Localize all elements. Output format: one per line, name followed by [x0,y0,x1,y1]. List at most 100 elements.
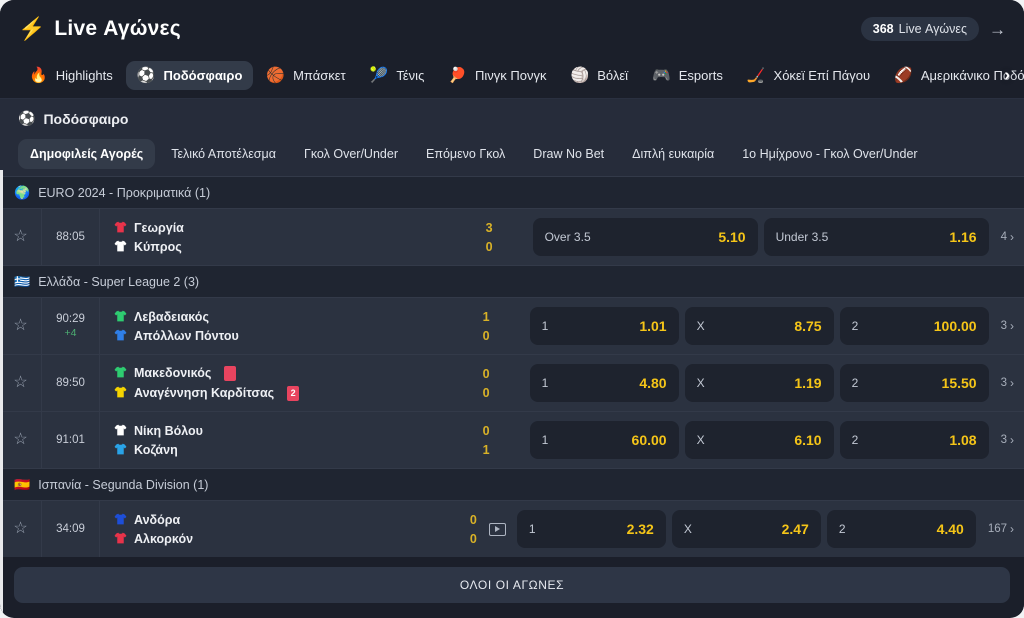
live-count-group[interactable]: 368 Live Αγώνες → [860,17,1006,41]
home-team-name: Μακεδονικός [134,366,212,380]
star-outline-icon[interactable]: ☆ [13,521,27,537]
odd-button[interactable]: X 1.19 [684,364,834,402]
star-outline-icon[interactable]: ☆ [13,432,27,448]
odd-button[interactable]: 2 15.50 [839,364,989,402]
sport-tab-2[interactable]: 🏀 Μπάσκετ [255,61,356,90]
chevron-right-icon[interactable]: › [1004,65,1010,85]
favorite-toggle[interactable]: ☆ [0,501,42,557]
page-header: ⚡ Live Αγώνες 368 Live Αγώνες → 🔥 Highlig… [0,0,1024,99]
sport-tab-label: Πινγκ Πονγκ [475,67,547,83]
odd-label: X [696,433,705,447]
market-tab-5[interactable]: Διπλή ευκαιρία [620,139,726,169]
sport-tab-6[interactable]: 🎮 Esports [641,61,734,90]
teams[interactable]: Λεβαδειακός Απόλλων Πόντου [100,298,450,354]
match-row[interactable]: ☆ 91:01 Νίκη Βόλου Κοζάνη 0 1 1 60.00 X 6.10 2 1.08… [0,411,1024,468]
odd-label: X [683,522,692,536]
market-tabs[interactable]: Δημοφιλείς Αγορές Τελικό Αποτέλεσμα Γκολ O… [18,139,1006,176]
star-outline-icon[interactable]: ☆ [13,229,27,245]
odd-button[interactable]: 2 4.40 [826,510,976,548]
odd-label: 1 [541,376,549,390]
odd-button[interactable]: X 2.47 [671,510,821,548]
odds-group: 1 2.32 X 2.47 2 4.40 167 › [513,501,1024,557]
home-team-line: Ανδόρα [114,513,423,527]
league-header[interactable]: 🌍 EURO 2024 - Προκριματικά (1) [0,176,1024,208]
market-tab-1[interactable]: Τελικό Αποτέλεσμα [159,139,288,169]
market-tab-0[interactable]: Δημοφιλείς Αγορές [18,139,156,169]
sport-tab-label: Βόλεϊ [597,67,629,83]
odd-button[interactable]: 1 4.80 [529,364,679,402]
favorite-toggle[interactable]: ☆ [0,355,42,411]
sport-tab-7[interactable]: 🏒 Χόκεϊ Επί Πάγου [736,61,881,90]
teams[interactable]: Μακεδονικός Αναγέννηση Καρδίτσας 2 [100,355,450,411]
more-markets-link[interactable]: 3 › [995,376,1014,390]
live-count-badge[interactable]: 368 Live Αγώνες [860,17,979,41]
sport-tab-3[interactable]: 🎾 Τένις [359,61,436,90]
match-time: 91:01 [56,434,85,446]
more-markets-link[interactable]: 167 › [982,522,1014,536]
score-column: 10 [450,298,496,354]
teams[interactable]: Γεωργία Κύπρος [100,209,453,265]
match-row[interactable]: ☆ 89:50 Μακεδονικός Αναγέννηση Καρδίτσας 2 0 0… [0,354,1024,411]
odd-value: 100.00 [933,318,977,334]
video-column [496,298,526,354]
favorite-toggle[interactable]: ☆ [0,298,42,354]
sports-nav[interactable]: 🔥 Highlights ⚽ Ποδόσφαιρο 🏀 Μπάσκετ 🎾 Τένις 🏓 Πιν… [18,52,1024,98]
star-outline-icon[interactable]: ☆ [13,318,27,334]
odd-value: 2.32 [626,521,654,537]
league-header[interactable]: 🇬🇷 Ελλάδα - Super League 2 (3) [0,265,1024,297]
more-markets-link[interactable]: 4 › [995,230,1014,244]
odd-label: 1 [541,433,549,447]
sport-tab-1[interactable]: ⚽ Ποδόσφαιρο [125,60,254,90]
arrow-right-icon[interactable]: → [989,21,1006,38]
more-markets-link[interactable]: 3 › [995,433,1014,447]
away-team-line: Αλκορκόν [114,532,423,546]
american-football-icon: 🏈 [894,66,913,84]
league-header[interactable]: 🇪🇸 Ισπανία - Segunda Division (1) [0,468,1024,500]
odd-button[interactable]: 1 60.00 [529,421,679,459]
match-row[interactable]: ☆ 90:29 +4 Λεβαδειακός Απόλλων Πόντου 1 0 1 1.01… [0,297,1024,354]
sport-tab-5[interactable]: 🏐 Βόλεϊ [560,61,640,90]
home-team-line: Λεβαδειακός [114,310,436,324]
favorite-toggle[interactable]: ☆ [0,209,42,265]
favorite-toggle[interactable]: ☆ [0,412,42,468]
video-play-icon[interactable] [489,522,507,536]
spain-flag-icon: 🇪🇸 [14,477,31,492]
odd-button[interactable]: X 8.75 [684,307,834,345]
home-team-name: Λεβαδειακός [134,309,209,324]
market-tab-4[interactable]: Draw No Bet [521,139,616,169]
market-tab-6[interactable]: 1ο Ημίχρονο - Γκολ Over/Under [730,139,929,169]
odd-button[interactable]: Over 3.5 5.10 [532,218,758,256]
odd-button[interactable]: X 6.10 [684,421,834,459]
odd-button[interactable]: 2 1.08 [839,421,989,459]
teams[interactable]: Νίκη Βόλου Κοζάνη [100,412,450,468]
red-card-badge [224,365,237,381]
sport-tab-4[interactable]: 🏓 Πινγκ Πονγκ [437,61,557,90]
odd-label: X [696,376,705,390]
star-outline-icon[interactable]: ☆ [13,375,27,391]
away-team-line: Κοζάνη [114,443,436,457]
all-matches-button[interactable]: ΟΛΟΙ ΟΙ ΑΓΩΝΕΣ [14,567,1010,603]
teams[interactable]: Ανδόρα Αλκορκόν [100,501,437,557]
sport-tab-8[interactable]: 🏈Αμερικάνικο Ποδόσφαιρο [883,61,1024,90]
ice-hockey-icon: 🏒 [746,66,766,84]
odd-button[interactable]: 1 1.01 [529,307,679,345]
gamepad-icon: 🎮 [652,66,671,84]
odd-button[interactable]: Under 3.5 1.16 [763,218,989,256]
market-tab-2[interactable]: Γκολ Over/Under [292,139,410,169]
odd-label: 1 [528,522,536,536]
odd-value: 2.47 [781,521,809,537]
odd-button[interactable]: 1 2.32 [516,510,666,548]
odd-button[interactable]: 2 100.00 [839,307,989,345]
market-tab-3[interactable]: Επόμενο Γκολ [414,139,517,169]
away-team-name: Κοζάνη [134,442,178,457]
match-row[interactable]: ☆ 88:05 Γεωργία Κύπρος 3 0 Over 3.5 5.10 Under 3… [0,208,1024,265]
more-markets-link[interactable]: 3 › [995,319,1014,333]
live-matches-page: ⚡ Live Αγώνες 368 Live Αγώνες → 🔥 Highlig… [0,0,1024,618]
score-column: 00 [437,501,483,557]
odd-value: 4.80 [639,375,667,391]
shirt-icon [114,443,127,457]
chevron-right-icon: › [1010,230,1014,244]
match-row[interactable]: ☆ 34:09 Ανδόρα Αλκορκόν 0 0 1 2.32 X 2.47 2 4.40 167… [0,500,1024,557]
shirt-icon [114,221,127,235]
sport-tab-0[interactable]: 🔥 Highlights [18,61,124,90]
